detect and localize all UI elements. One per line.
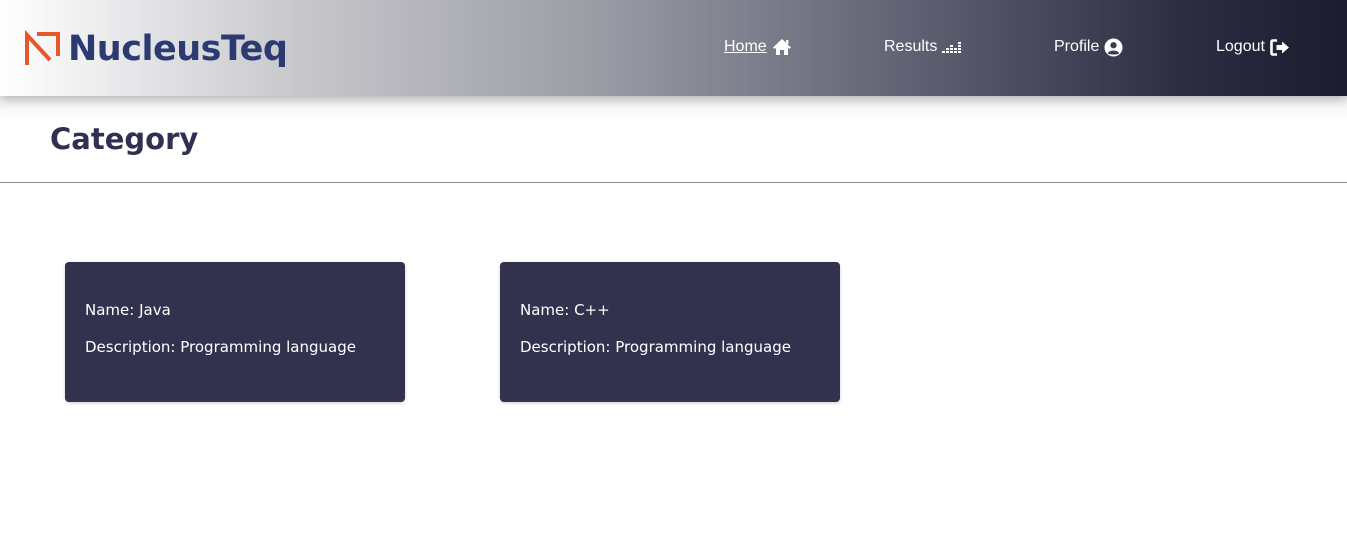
brand-logo[interactable]: NucleusTeq (24, 28, 288, 70)
category-name: Name: C++ (520, 301, 610, 319)
category-description: Description: Programming language (85, 338, 356, 356)
sign-out-icon (1270, 38, 1289, 56)
nav-home-label: Home (724, 38, 767, 55)
user-circle-icon (1104, 37, 1123, 57)
nav-results-link[interactable]: Results (884, 37, 964, 57)
nav-home-link[interactable]: Home (724, 37, 792, 57)
nucleusteq-logo-icon (25, 30, 60, 65)
nav-profile-link[interactable]: Profile (1054, 37, 1123, 57)
nav-logout-link[interactable]: Logout (1216, 37, 1290, 57)
chart-bars-icon (942, 42, 962, 53)
nav-logout-label: Logout (1216, 38, 1265, 55)
top-navbar: NucleusTeq Home Results Profile Logout (0, 0, 1347, 96)
page-title: Category (50, 122, 199, 156)
page-header: Category (0, 96, 1347, 183)
category-description: Description: Programming language (520, 338, 791, 356)
nav-profile-label: Profile (1054, 38, 1100, 55)
brand-name: NucleusTeq (68, 29, 288, 69)
category-card-java[interactable]: Name: Java Description: Programming lang… (65, 262, 405, 402)
category-card-cpp[interactable]: Name: C++ Description: Programming langu… (500, 262, 840, 402)
nav-results-label: Results (884, 38, 938, 55)
category-name: Name: Java (85, 301, 171, 319)
home-icon (772, 39, 791, 55)
